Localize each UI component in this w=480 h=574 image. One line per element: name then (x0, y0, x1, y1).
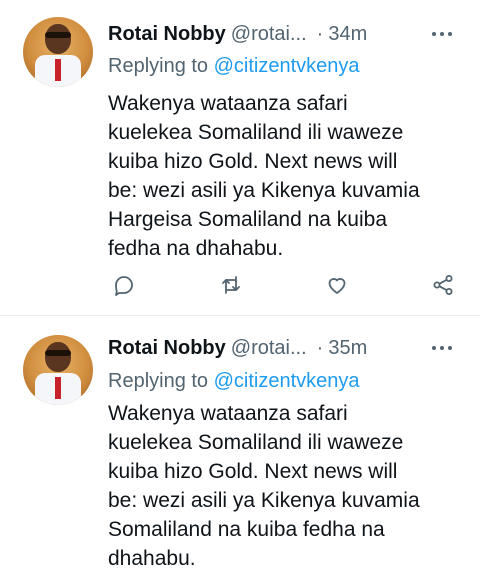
tweet-text: Wakenya wataanza safari kuelekea Somalil… (108, 89, 463, 263)
tweet-header: Rotai Nobby @rotai... · 34m (108, 17, 367, 51)
separator-dot: · (316, 336, 324, 359)
share-icon[interactable] (430, 272, 456, 298)
tweet-line: kuelekea Somaliland ili waweze (108, 431, 404, 454)
timestamp[interactable]: 35m (328, 337, 367, 360)
tweet-text: Wakenya wataanza safari kuelekea Somalil… (108, 399, 463, 573)
reply-mention-link[interactable]: @citizentvkenya (214, 370, 360, 392)
avatar-tie (55, 59, 61, 81)
retweet-icon[interactable] (218, 272, 244, 298)
avatar-glasses (45, 32, 71, 38)
reply-icon[interactable] (111, 272, 137, 298)
tweet-header: Rotai Nobby @rotai... · 35m (108, 331, 367, 365)
tweet-line: Hargeisa Somaliland na kuiba (108, 208, 387, 231)
like-icon[interactable] (324, 272, 350, 298)
replying-prefix: Replying to (108, 55, 209, 77)
more-dot (440, 346, 444, 350)
tweet-line: fedha na dhahabu. (108, 237, 284, 260)
tweet-line: kuiba hizo Gold. Next news will (108, 150, 398, 173)
avatar-face (45, 24, 71, 54)
more-dot (432, 346, 436, 350)
tweet-line: be: wezi asili ya Kikenya kuvamia (108, 179, 420, 202)
reply-mention-link[interactable]: @citizentvkenya (214, 55, 360, 77)
author-name[interactable]: Rotai Nobby (108, 337, 226, 360)
more-icon[interactable] (427, 333, 457, 363)
author-handle[interactable]: @rotai... (231, 337, 307, 360)
more-dot (448, 32, 452, 36)
tweet-line: Wakenya wataanza safari (108, 92, 348, 115)
tweet-line: dhahabu. (108, 547, 196, 570)
more-dot (440, 32, 444, 36)
avatar[interactable] (23, 17, 93, 87)
author-name[interactable]: Rotai Nobby (108, 23, 226, 46)
avatar[interactable] (23, 335, 93, 405)
tweet-line: Somaliland na kuiba fedha na (108, 518, 385, 541)
timestamp[interactable]: 34m (328, 23, 367, 46)
more-dot (432, 32, 436, 36)
tweet-card[interactable]: Rotai Nobby @rotai... · 34m Replying to … (0, 0, 480, 316)
tweet-line: Wakenya wataanza safari (108, 402, 348, 425)
tweet-actions (108, 268, 460, 302)
tweet-line: kuiba hizo Gold. Next news will (108, 460, 398, 483)
tweet-line: be: wezi asili ya Kikenya kuvamia (108, 489, 420, 512)
more-dot (448, 346, 452, 350)
avatar-glasses (45, 350, 71, 356)
tweet-card[interactable]: Rotai Nobby @rotai... · 35m Replying to … (0, 316, 480, 574)
replying-to: Replying to @citizentvkenya (108, 55, 360, 78)
more-icon[interactable] (427, 19, 457, 49)
replying-to: Replying to @citizentvkenya (108, 370, 360, 393)
tweet-line: kuelekea Somaliland ili waweze (108, 121, 404, 144)
replying-prefix: Replying to (108, 370, 209, 392)
avatar-face (45, 342, 71, 372)
separator-dot: · (316, 22, 324, 45)
author-handle[interactable]: @rotai... (231, 23, 307, 46)
avatar-tie (55, 377, 61, 399)
